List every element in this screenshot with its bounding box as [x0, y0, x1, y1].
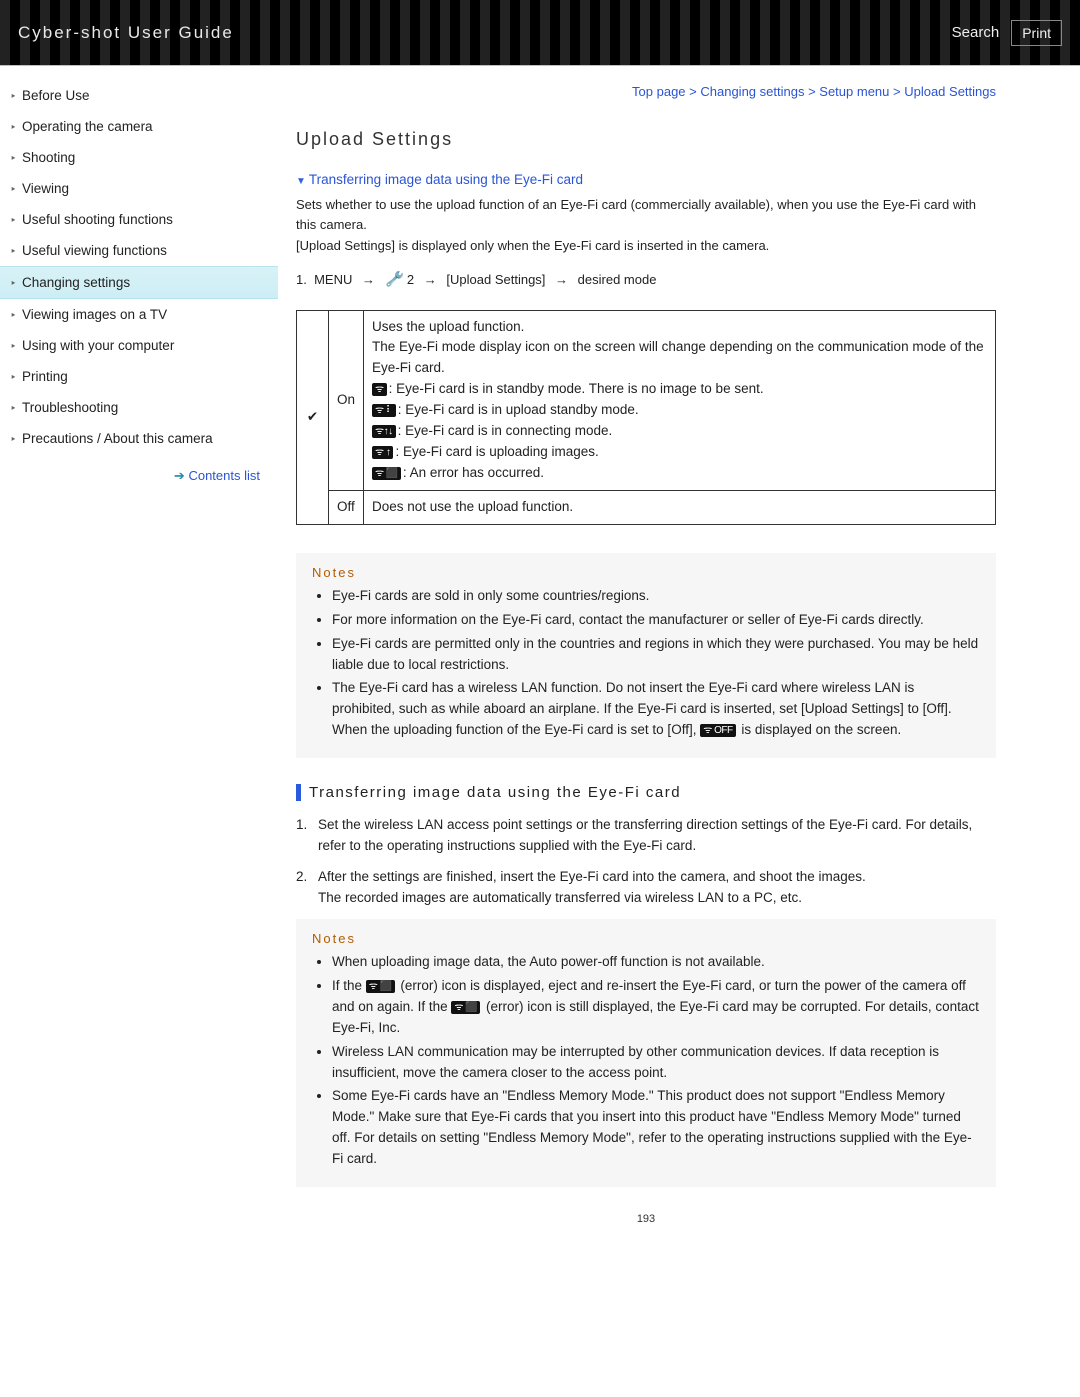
off-description: Does not use the upload function. — [364, 490, 996, 524]
note-item: Eye-Fi cards are sold in only some count… — [332, 586, 980, 607]
note-item: If the ᯤ ⬛ (error) icon is displayed, ej… — [332, 976, 980, 1039]
eyefi-error-icon: ᯤ ⬛ — [366, 980, 395, 993]
note-item: Some Eye-Fi cards have an "Endless Memor… — [332, 1086, 980, 1170]
intro-text: Sets whether to use the upload function … — [296, 195, 996, 256]
options-table: ✔ On Uses the upload function. The Eye-F… — [296, 310, 996, 525]
header-actions: Search Print — [952, 20, 1062, 46]
mode-off: Off — [329, 490, 364, 524]
print-button[interactable]: Print — [1011, 20, 1062, 46]
app-title: Cyber-shot User Guide — [18, 23, 234, 43]
sidebar-item[interactable]: Shooting — [0, 142, 278, 173]
note-item: The Eye-Fi card has a wireless LAN funct… — [332, 678, 980, 741]
arrow-right-icon: ➔ — [174, 468, 185, 483]
notes-list-1: Eye-Fi cards are sold in only some count… — [312, 586, 980, 741]
eyefi-off-icon: ᯤ OFF — [700, 724, 735, 737]
sidebar: Before UseOperating the cameraShootingVi… — [0, 66, 278, 1265]
page-title: Upload Settings — [296, 129, 996, 150]
sidebar-item[interactable]: Operating the camera — [0, 111, 278, 142]
anchor-transferring[interactable]: Transferring image data using the Eye-Fi… — [296, 172, 583, 187]
eyefi-error-icon: ᯤ ⬛ — [372, 467, 401, 480]
mode-on: On — [329, 310, 364, 490]
note-item: When uploading image data, the Auto powe… — [332, 952, 980, 973]
main-content: Top page > Changing settings > Setup men… — [278, 66, 1038, 1265]
check-icon: ✔ — [297, 310, 329, 524]
notes-block-1: Notes Eye-Fi cards are sold in only some… — [296, 553, 996, 758]
sidebar-item[interactable]: Useful shooting functions — [0, 204, 278, 235]
sidebar-item[interactable]: Before Use — [0, 80, 278, 111]
eyefi-upload-standby-icon: ᯤ ⠇ — [372, 404, 396, 417]
sidebar-item[interactable]: Viewing images on a TV — [0, 299, 278, 330]
breadcrumb-top[interactable]: Top page — [632, 84, 686, 99]
arrow-icon: → — [424, 272, 437, 287]
notes-title: Notes — [312, 565, 980, 580]
sidebar-nav: Before UseOperating the cameraShootingVi… — [0, 80, 278, 454]
page-number: 193 — [296, 1213, 996, 1225]
section-heading: Transferring image data using the Eye-Fi… — [296, 784, 996, 801]
eyefi-error-icon: ᯤ ⬛ — [451, 1001, 480, 1014]
search-link[interactable]: Search — [952, 24, 1000, 41]
contents-list-link[interactable]: Contents list — [188, 468, 260, 483]
sidebar-item[interactable]: Using with your computer — [0, 330, 278, 361]
notes-title: Notes — [312, 931, 980, 946]
breadcrumb-changing[interactable]: Changing settings — [700, 84, 804, 99]
header: Cyber-shot User Guide Search Print — [0, 0, 1080, 66]
notes-block-2: Notes When uploading image data, the Aut… — [296, 919, 996, 1187]
arrow-icon: → — [362, 272, 375, 287]
sidebar-item[interactable]: Viewing — [0, 173, 278, 204]
sidebar-item[interactable]: Precautions / About this camera — [0, 423, 278, 454]
sidebar-item[interactable]: Printing — [0, 361, 278, 392]
note-item: Eye-Fi cards are permitted only in the c… — [332, 634, 980, 676]
sidebar-item[interactable]: Changing settings — [0, 266, 278, 299]
eyefi-standby-icon: ᯤ — [372, 383, 387, 396]
steps-list: Set the wireless LAN access point settin… — [296, 815, 996, 909]
breadcrumb: Top page > Changing settings > Setup men… — [296, 84, 996, 99]
menu-path: 1. MENU → 🔧 2 → [Upload Settings] → desi… — [296, 270, 996, 288]
breadcrumb-setup[interactable]: Setup menu — [819, 84, 889, 99]
eyefi-connecting-icon: ᯤ↑↓ — [372, 425, 396, 438]
sidebar-item[interactable]: Useful viewing functions — [0, 235, 278, 266]
on-description: Uses the upload function. The Eye-Fi mod… — [364, 310, 996, 490]
sidebar-item[interactable]: Troubleshooting — [0, 392, 278, 423]
note-item: Wireless LAN communication may be interr… — [332, 1042, 980, 1084]
step-item: Set the wireless LAN access point settin… — [296, 815, 996, 857]
breadcrumb-current: Upload Settings — [904, 84, 996, 99]
wrench-icon: 🔧 — [385, 269, 403, 288]
note-item: For more information on the Eye-Fi card,… — [332, 610, 980, 631]
arrow-icon: → — [555, 272, 568, 287]
eyefi-uploading-icon: ᯤ ↑ — [372, 446, 393, 459]
step-item: After the settings are finished, insert … — [296, 867, 996, 909]
notes-list-2: When uploading image data, the Auto powe… — [312, 952, 980, 1170]
